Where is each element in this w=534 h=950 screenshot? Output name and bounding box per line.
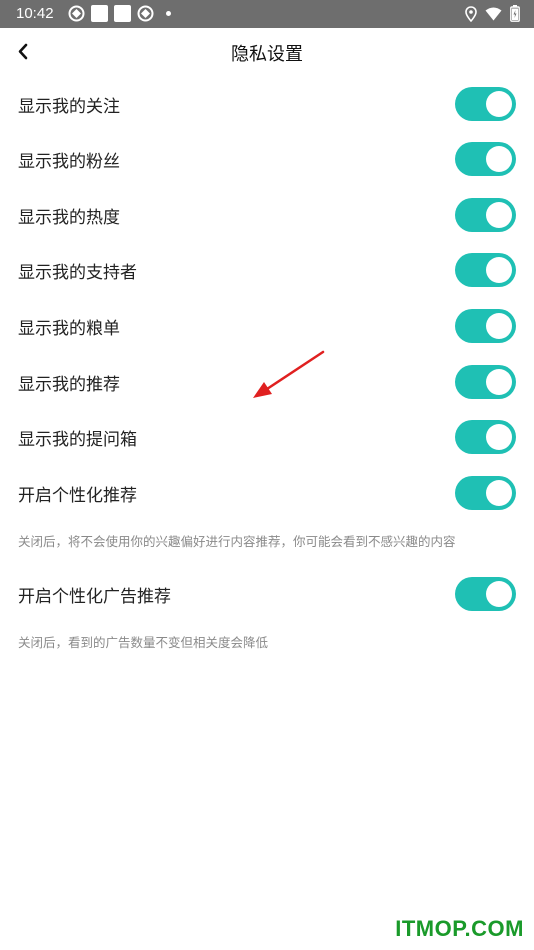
show-popularity-toggle[interactable] [455,198,516,232]
personalized-ads-note: 关闭后，看到的广告数量不变但相关度会降低 [18,635,269,650]
app-notification-icon [68,5,85,22]
setting-label: 显示我的关注 [18,97,120,117]
toggle-knob [486,424,512,450]
toggle-knob [486,91,512,117]
app-notification-icon [114,5,131,22]
setting-row-personalized-ads: 开启个性化广告推荐 [0,566,534,622]
setting-label: 开启个性化推荐 [18,486,137,506]
toggle-knob [486,313,512,339]
notification-icons [68,5,171,22]
toggle-knob [486,146,512,172]
annotation-arrow-icon [253,350,325,398]
personalized-ads-toggle[interactable] [455,577,516,611]
setting-label: 显示我的提问箱 [18,430,137,450]
location-icon [465,5,477,22]
show-fans-toggle[interactable] [455,142,516,176]
show-question-box-toggle[interactable] [455,420,516,454]
watermark-logo: ITMOP.COM [395,916,524,941]
more-notifications-dot [166,11,171,16]
show-recommendations-toggle[interactable] [455,365,516,399]
show-supporters-toggle[interactable] [455,253,516,287]
toggle-knob [486,202,512,228]
setting-row-show-fans: 显示我的粉丝 [0,131,534,187]
setting-row-show-supporters: 显示我的支持者 [0,242,534,298]
battery-icon [510,5,520,22]
setting-label: 显示我的粉丝 [18,152,120,172]
setting-label: 显示我的热度 [18,208,120,228]
system-icons [465,5,520,22]
toggle-knob [486,480,512,506]
toggle-knob [486,369,512,395]
toggle-knob [486,581,512,607]
page-title: 隐私设置 [231,44,303,65]
personalized-recommendations-toggle[interactable] [455,476,516,510]
status-time: 10:42 [16,5,54,22]
setting-label: 开启个性化广告推荐 [18,587,171,607]
setting-row-show-popularity: 显示我的热度 [0,187,534,243]
personalized-recommendations-note: 关闭后，将不会使用你的兴趣偏好进行内容推荐，你可能会看到不感兴趣的内容 [18,534,456,549]
app-notification-icon [137,5,154,22]
app-notification-icon [91,5,108,22]
setting-label: 显示我的粮单 [18,319,120,339]
top-bar: 隐私设置 [0,28,534,76]
setting-row-show-following: 显示我的关注 [0,76,534,132]
status-bar: 10:42 [0,0,534,28]
show-following-toggle[interactable] [455,87,516,121]
setting-label: 显示我的支持者 [18,263,137,283]
show-lists-toggle[interactable] [455,309,516,343]
wifi-icon [485,7,502,20]
setting-label: 显示我的推荐 [18,375,120,395]
setting-row-personalized-recommendations: 开启个性化推荐 [0,465,534,521]
setting-row-show-question-box: 显示我的提问箱 [0,409,534,465]
toggle-knob [486,257,512,283]
